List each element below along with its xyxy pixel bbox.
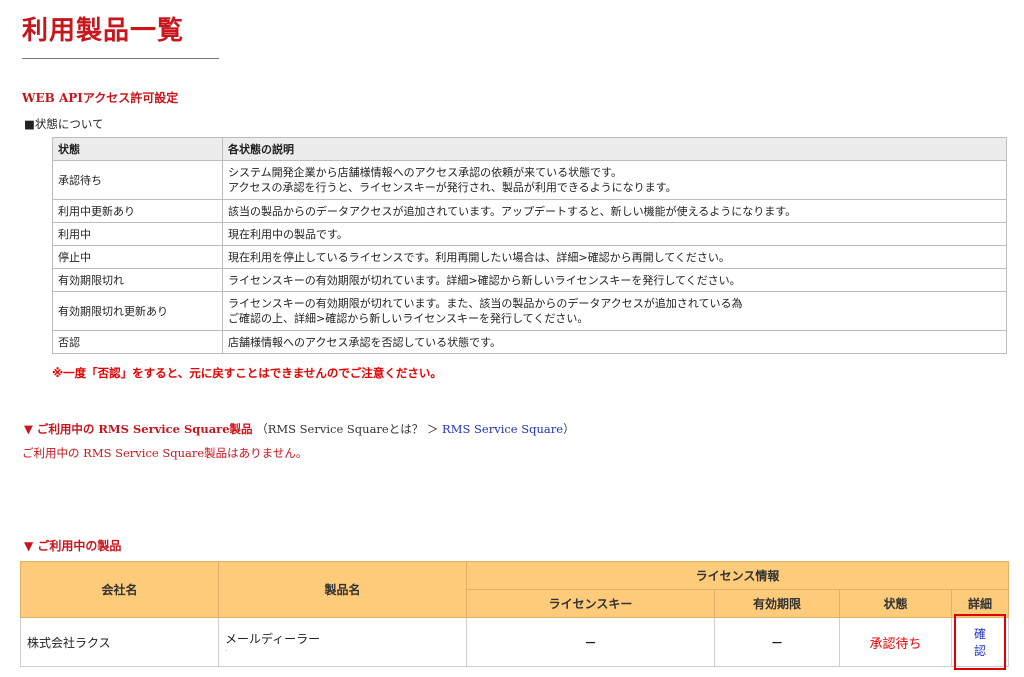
rms-paren-close: ）: [563, 422, 575, 436]
rms-heading-text: ▼ ご利用中の RMS Service Square製品: [24, 422, 253, 436]
confirm-link[interactable]: 確認: [974, 627, 986, 658]
products-table: 会社名 製品名 ライセンス情報 ライセンスキー 有効期限 状態 詳細 株式会社ラ…: [20, 561, 1009, 670]
rms-empty-message: ご利用中の RMS Service Square製品はありません。: [22, 446, 308, 460]
webapi-section-heading: WEB APIアクセス許可設定: [22, 91, 179, 105]
denial-warning: ※一度「否認」をすると、元に戻すことはできませんのでご注意ください。: [52, 366, 442, 380]
license-key-col-header: ライセンスキー: [466, 589, 715, 618]
rms-section-heading: ▼ ご利用中の RMS Service Square製品 （RMS Servic…: [24, 421, 575, 437]
status-name: 承認待ち: [52, 160, 223, 200]
table-row: 利用中更新あり 該当の製品からのデータアクセスが追加されています。アップデートす…: [52, 199, 1007, 223]
table-row: 有効期限切れ ライセンスキーの有効期限が切れています。詳細>確認から新しいライセ…: [52, 268, 1007, 292]
page-title: 利用製品一覧: [22, 16, 185, 46]
company-name: 株式会社ラクス: [20, 617, 219, 667]
status-col-header: 状態: [839, 589, 952, 618]
status-description: ライセンスキーの有効期限が切れています。また、該当の製品からのデータアクセスが追…: [222, 291, 1007, 331]
detail-highlight-box: 確認: [954, 614, 1006, 670]
status-description: ライセンスキーの有効期限が切れています。詳細>確認から新しいライセンスキーを発行…: [222, 268, 1007, 292]
rms-paren-open: （RMS Service Squareとは？ ＞: [256, 422, 443, 436]
table-row: 株式会社ラクス メールディーラー - － － 承認待ち 確認: [20, 614, 1009, 670]
product-col-header: 製品名: [218, 561, 467, 618]
status-value: 承認待ち: [839, 617, 952, 667]
table-row: 有効期限切れ更新あり ライセンスキーの有効期限が切れています。また、該当の製品か…: [52, 291, 1007, 331]
description-line: アクセスの承認を行うと、ライセンスキーが発行され、製品が利用できるようになります…: [228, 181, 677, 194]
expiry-col-header: 有効期限: [714, 589, 840, 618]
status-name: 利用中: [52, 222, 223, 246]
license-key-value: －: [466, 617, 715, 667]
status-name: 利用中更新あり: [52, 199, 223, 223]
status-description: 現在利用を停止しているライセンスです。利用再開したい場合は、詳細>確認から再開し…: [222, 245, 1007, 269]
status-name: 有効期限切れ: [52, 268, 223, 292]
table-row: 否認 店舗様情報へのアクセス承認を否認している状態です。: [52, 330, 1007, 354]
status-col-header: 状態: [52, 137, 223, 161]
detail-cell: 確認: [951, 614, 1009, 670]
product-name: メールディーラー: [225, 631, 321, 646]
description-col-header: 各状態の説明: [222, 137, 1007, 161]
product-cell: メールディーラー -: [218, 617, 467, 667]
description-line: 該当の製品からのデータアクセスが追加されています。アップデートすると、新しい機能…: [228, 204, 797, 218]
table-row: 承認待ち システム開発企業から店舗様情報へのアクセス承認の依頼が来ている状態です…: [52, 160, 1007, 200]
status-description: システム開発企業から店舗様情報へのアクセス承認の依頼が来ている状態です。 アクセ…: [222, 160, 1007, 200]
status-description: 現在利用中の製品です。: [222, 222, 1007, 246]
description-line: システム開発企業から店舗様情報へのアクセス承認の依頼が来ている状態です。: [228, 166, 623, 179]
rms-service-square-link[interactable]: RMS Service Square: [442, 422, 563, 436]
license-info-header: ライセンス情報: [466, 561, 1009, 590]
description-line: 現在利用を停止しているライセンスです。利用再開したい場合は、詳細>確認から再開し…: [228, 250, 730, 264]
description-line: ライセンスキーの有効期限が切れています。詳細>確認から新しいライセンスキーを発行…: [228, 273, 741, 287]
company-col-header: 会社名: [20, 561, 219, 618]
status-table: 状態 各状態の説明 承認待ち システム開発企業から店舗様情報へのアクセス承認の依…: [52, 137, 1007, 354]
status-name: 有効期限切れ更新あり: [52, 291, 223, 331]
products-header-row: 会社名 製品名 ライセンス情報: [20, 561, 1009, 618]
products-section-heading: ▼ ご利用中の製品: [24, 539, 122, 553]
status-name: 否認: [52, 330, 223, 354]
description-line: ご確認の上、詳細>確認から新しいライセンスキーを発行してください。: [228, 312, 589, 325]
status-description: 店舗様情報へのアクセス承認を否認している状態です。: [222, 330, 1007, 354]
description-line: ライセンスキーの有効期限が切れています。また、該当の製品からのデータアクセスが追…: [228, 297, 743, 310]
title-divider: [22, 58, 219, 59]
table-row: 停止中 現在利用を停止しているライセンスです。利用再開したい場合は、詳細>確認か…: [52, 245, 1007, 269]
status-name: 停止中: [52, 245, 223, 269]
table-row: 利用中 現在利用中の製品です。: [52, 222, 1007, 246]
product-subtext: -: [225, 646, 228, 655]
description-line: 現在利用中の製品です。: [228, 227, 348, 241]
expiry-value: －: [714, 617, 840, 667]
status-table-header: 状態 各状態の説明: [52, 137, 1007, 161]
status-about-label: ■状態について: [24, 117, 104, 131]
status-description: 該当の製品からのデータアクセスが追加されています。アップデートすると、新しい機能…: [222, 199, 1007, 223]
description-line: 店舗様情報へのアクセス承認を否認している状態です。: [228, 335, 502, 349]
